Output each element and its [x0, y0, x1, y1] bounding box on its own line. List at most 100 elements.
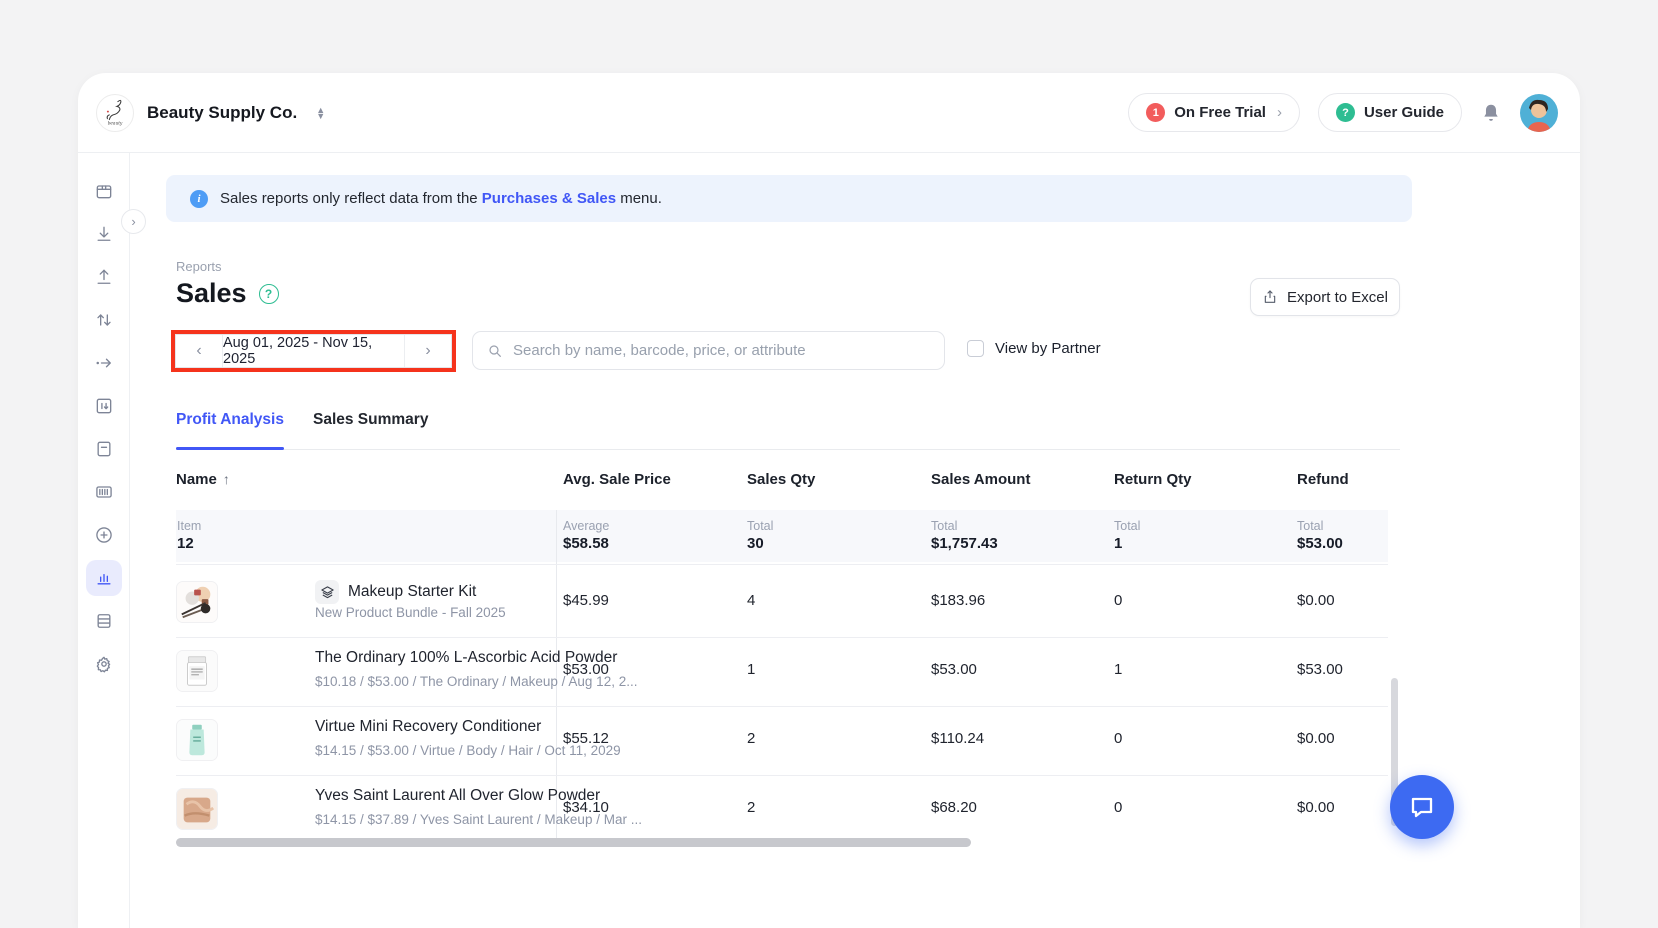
cell-refund: $0.00 — [1297, 730, 1335, 747]
column-header-sales-qty: Sales Qty — [747, 471, 815, 488]
sidebar-item-stock-out[interactable] — [78, 255, 130, 298]
tabs-divider — [176, 449, 1400, 450]
cell-sales-qty: 4 — [747, 592, 755, 609]
search-bar — [472, 331, 945, 370]
search-icon — [487, 343, 503, 359]
banner-text: Sales reports only reflect data from the… — [220, 190, 662, 207]
cell-refund: $0.00 — [1297, 592, 1335, 609]
product-subtitle: New Product Bundle - Fall 2025 — [315, 605, 506, 620]
cell-sales-amount: $183.96 — [931, 592, 985, 609]
table-row[interactable]: Yves Saint Laurent All Over Glow Powder … — [176, 775, 1388, 844]
purchases-sales-link[interactable]: Purchases & Sales — [482, 190, 616, 207]
summary-avg-label: Average — [563, 519, 609, 533]
summary-avg-value: $58.58 — [563, 535, 609, 552]
cell-return-qty: 1 — [1114, 661, 1122, 678]
sidebar-item-data[interactable] — [78, 599, 130, 642]
user-guide-button[interactable]: ? User Guide — [1318, 93, 1462, 132]
row-divider — [176, 564, 1388, 565]
table-row[interactable]: Makeup Starter Kit New Product Bundle - … — [176, 568, 1388, 637]
sidebar-item-transactions[interactable] — [78, 384, 130, 427]
product-image — [176, 581, 218, 623]
summary-qty-label: Total — [747, 519, 773, 533]
main-card: beauty Beauty Supply Co. ▲▼ 1 On Free Tr… — [78, 73, 1580, 928]
date-range-picker: ‹ Aug 01, 2025 - Nov 15, 2025 › — [175, 334, 452, 368]
info-banner: i Sales reports only reflect data from t… — [166, 175, 1412, 222]
cell-avg-price: $45.99 — [563, 592, 609, 609]
column-header-return-qty: Return Qty — [1114, 471, 1192, 488]
sidebar-item-adjust[interactable] — [78, 298, 130, 341]
date-range-label[interactable]: Aug 01, 2025 - Nov 15, 2025 — [222, 335, 405, 367]
cell-return-qty: 0 — [1114, 592, 1122, 609]
info-icon: i — [190, 190, 208, 208]
column-header-avg-sale-price: Avg. Sale Price — [563, 471, 671, 488]
svg-text:beauty: beauty — [108, 121, 123, 126]
free-trial-label: On Free Trial — [1174, 104, 1266, 121]
chat-support-button[interactable] — [1390, 775, 1454, 839]
date-prev-button[interactable]: ‹ — [176, 335, 222, 367]
table-row[interactable]: Virtue Mini Recovery Conditioner $14.15 … — [176, 706, 1388, 775]
cell-return-qty: 0 — [1114, 730, 1122, 747]
sidebar-item-barcode[interactable] — [78, 470, 130, 513]
column-header-refund: Refund — [1297, 471, 1349, 488]
tab-profit-analysis[interactable]: Profit Analysis — [176, 411, 284, 429]
summary-refund-value: $53.00 — [1297, 535, 1343, 552]
column-header-name[interactable]: Name↑ — [176, 471, 230, 488]
breadcrumb: Reports — [176, 259, 222, 274]
sidebar-collapse-button[interactable]: › — [121, 209, 146, 234]
sidebar — [78, 153, 130, 928]
view-by-partner-label: View by Partner — [995, 340, 1101, 357]
sidebar-item-move[interactable] — [78, 341, 130, 384]
search-input[interactable] — [513, 342, 930, 359]
summary-return-value: 1 — [1114, 535, 1122, 552]
product-name: Virtue Mini Recovery Conditioner — [315, 718, 541, 736]
trial-badge-icon: 1 — [1146, 103, 1165, 122]
horizontal-scrollbar[interactable] — [176, 838, 971, 847]
top-bar: beauty Beauty Supply Co. ▲▼ 1 On Free Tr… — [78, 73, 1580, 153]
sidebar-item-settings[interactable] — [78, 642, 130, 685]
summary-item-label: Item — [177, 519, 201, 533]
question-badge-icon: ? — [1336, 103, 1355, 122]
product-image — [176, 788, 218, 830]
user-guide-label: User Guide — [1364, 104, 1444, 121]
table-row[interactable]: The Ordinary 100% L-Ascorbic Acid Powder… — [176, 637, 1388, 706]
summary-item-value: 12 — [177, 535, 194, 552]
sidebar-item-purchases-sales[interactable] — [78, 427, 130, 470]
sidebar-item-reports[interactable] — [78, 556, 130, 599]
company-switcher-icon[interactable]: ▲▼ — [316, 107, 325, 119]
active-tab-underline — [176, 447, 284, 450]
free-trial-button[interactable]: 1 On Free Trial › — [1128, 93, 1300, 132]
tab-sales-summary[interactable]: Sales Summary — [313, 411, 428, 429]
summary-amount-label: Total — [931, 519, 957, 533]
user-avatar[interactable] — [1520, 94, 1558, 132]
cell-sales-amount: $68.20 — [931, 799, 977, 816]
annotation-box: ‹ Aug 01, 2025 - Nov 15, 2025 › — [171, 330, 456, 372]
company-logo: beauty — [96, 94, 134, 132]
date-next-button[interactable]: › — [405, 335, 451, 367]
summary-amount-value: $1,757.43 — [931, 535, 998, 552]
bundle-icon — [315, 580, 339, 604]
view-by-partner-checkbox[interactable] — [967, 340, 984, 357]
cell-avg-price: $55.12 — [563, 730, 609, 747]
cell-sales-qty: 1 — [747, 661, 755, 678]
view-by-partner: View by Partner — [967, 340, 1101, 357]
chevron-right-icon: › — [1277, 104, 1282, 121]
summary-return-label: Total — [1114, 519, 1140, 533]
cell-return-qty: 0 — [1114, 799, 1122, 816]
summary-refund-label: Total — [1297, 519, 1323, 533]
sidebar-item-add[interactable] — [78, 513, 130, 556]
notifications-bell-icon[interactable] — [1480, 102, 1502, 124]
cell-sales-amount: $110.24 — [931, 730, 984, 747]
export-to-excel-button[interactable]: Export to Excel — [1250, 278, 1400, 316]
cell-avg-price: $53.00 — [563, 661, 609, 678]
chat-bubble-icon — [1408, 793, 1436, 821]
product-name: Makeup Starter Kit — [348, 583, 476, 601]
sidebar-item-package[interactable] — [78, 169, 130, 212]
page-title: Sales ? — [176, 278, 279, 309]
help-icon[interactable]: ? — [259, 284, 279, 304]
company-switcher[interactable]: beauty Beauty Supply Co. ▲▼ — [96, 94, 325, 132]
cell-refund: $53.00 — [1297, 661, 1343, 678]
cell-sales-amount: $53.00 — [931, 661, 977, 678]
sort-asc-icon: ↑ — [223, 471, 230, 487]
company-name: Beauty Supply Co. — [147, 103, 297, 123]
cell-sales-qty: 2 — [747, 799, 755, 816]
